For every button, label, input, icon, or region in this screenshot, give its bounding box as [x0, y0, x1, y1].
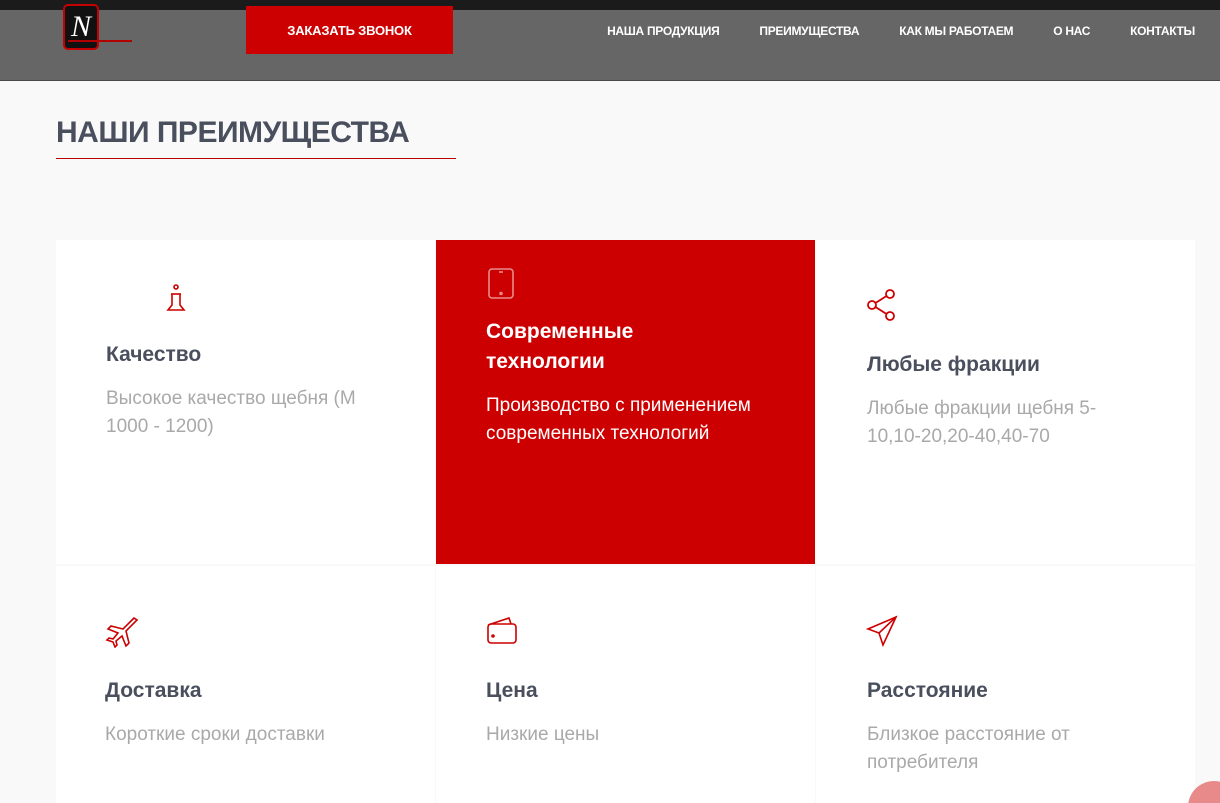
nav-item-how-we-work[interactable]: КАК МЫ РАБОТАЕМ — [899, 24, 1013, 38]
top-strip — [0, 0, 1220, 10]
feature-text: Производство с применением современных т… — [486, 395, 751, 444]
feature-title: Любые фракции — [867, 353, 1040, 376]
logo[interactable]: N — [63, 4, 99, 50]
feature-card-price: Цена Низкие цены — [436, 566, 815, 803]
feature-card-technology: Современные технологии Производство с пр… — [436, 240, 815, 564]
feature-card-delivery: Доставка Короткие сроки доставки — [56, 566, 435, 803]
feature-text: Любые фракции щебня 5-10,10-20,20-40,40-… — [867, 398, 1097, 447]
nav-item-contacts[interactable]: КОНТАКТЫ — [1130, 24, 1195, 38]
feature-title: Доставка — [105, 679, 202, 702]
logo-letter: N — [70, 10, 91, 43]
wallet-icon — [487, 616, 517, 644]
flask-icon — [166, 284, 186, 311]
feature-text: Высокое качество щебня (М 1000 - 1200) — [106, 388, 356, 437]
nav-item-products[interactable]: НАША ПРОДУКЦИЯ — [607, 24, 720, 38]
feature-text: Короткие сроки доставки — [105, 724, 325, 745]
feature-card-distance: Расстояние Близкое расстояние от потреби… — [816, 566, 1195, 803]
tablet-icon — [488, 268, 514, 299]
feature-title: Качество — [106, 343, 202, 366]
paper-plane-icon — [865, 615, 898, 648]
feature-title: Расстояние — [867, 679, 988, 702]
main-nav: НАША ПРОДУКЦИЯ ПРЕИМУЩЕСТВА КАК МЫ РАБОТ… — [607, 24, 1195, 38]
airplane-icon — [105, 616, 139, 648]
feature-title: Современные технологии — [486, 320, 634, 373]
feature-title: Цена — [486, 679, 538, 702]
share-icon — [867, 289, 895, 321]
nav-item-about[interactable]: О НАС — [1053, 24, 1090, 38]
logo-underline — [68, 40, 132, 42]
order-call-button[interactable]: ЗАКАЗАТЬ ЗВОНОК — [246, 6, 453, 54]
title-underline — [56, 158, 456, 159]
feature-text: Низкие цены — [486, 724, 600, 745]
feature-text: Близкое расстояние от потребителя — [867, 724, 1070, 773]
section-title: НАШИ ПРЕИМУЩЕСТВА — [56, 116, 410, 149]
nav-item-advantages[interactable]: ПРЕИМУЩЕСТВА — [759, 24, 859, 38]
site-header: N ЗАКАЗАТЬ ЗВОНОК НАША ПРОДУКЦИЯ ПРЕИМУЩ… — [0, 4, 1220, 81]
feature-card-fractions: Любые фракции Любые фракции щебня 5-10,1… — [816, 240, 1195, 564]
feature-card-quality: Качество Высокое качество щебня (М 1000 … — [56, 240, 435, 564]
